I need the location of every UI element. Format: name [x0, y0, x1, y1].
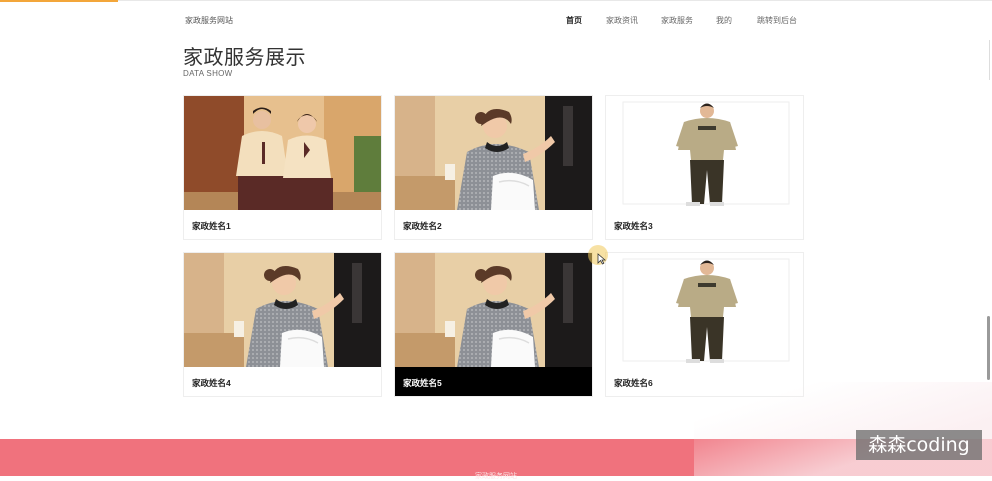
- main-nav: 首页 家政资讯 家政服务 我的 跳转到后台: [0, 15, 992, 27]
- watermark-label: 森森coding: [856, 430, 982, 460]
- footer-text: 家政服务网站: [475, 473, 517, 480]
- service-name: 家政姓名1: [192, 221, 231, 231]
- service-photo: [395, 96, 592, 210]
- service-photo: [606, 253, 803, 367]
- scrollbar-thumb[interactable]: [987, 316, 990, 380]
- nav-news[interactable]: 家政资讯: [606, 15, 638, 26]
- service-photo: [395, 253, 592, 367]
- service-card-4[interactable]: 家政姓名4: [183, 252, 382, 397]
- footer: 家政服务网站: [0, 439, 992, 480]
- service-name: 家政姓名3: [614, 221, 653, 231]
- nav-admin[interactable]: 跳转到后台: [757, 15, 797, 26]
- service-photo: [606, 96, 803, 210]
- section-subtitle: DATA SHOW: [183, 69, 233, 78]
- service-photo: [184, 253, 381, 367]
- service-card-6[interactable]: 家政姓名6: [605, 252, 804, 397]
- nav-home[interactable]: 首页: [566, 15, 582, 26]
- service-name: 家政姓名2: [403, 221, 442, 231]
- service-card-1[interactable]: 家政姓名1: [183, 95, 382, 240]
- service-name: 家政姓名6: [614, 378, 653, 388]
- nav-services[interactable]: 家政服务: [661, 15, 693, 26]
- service-name: 家政姓名5: [395, 367, 592, 396]
- service-name: 家政姓名4: [192, 378, 231, 388]
- scrollbar-track: [989, 40, 990, 80]
- service-photo: [184, 96, 381, 210]
- service-card-5[interactable]: 家政姓名5: [394, 252, 593, 397]
- header: 家政服务网站 首页 家政资讯 家政服务 我的 跳转到后台: [0, 0, 992, 40]
- nav-mine[interactable]: 我的: [716, 15, 732, 26]
- mouse-pointer-icon: [597, 253, 606, 265]
- service-card-2[interactable]: 家政姓名2: [394, 95, 593, 240]
- section-title: 家政服务展示: [183, 47, 306, 69]
- service-card-3[interactable]: 家政姓名3: [605, 95, 804, 240]
